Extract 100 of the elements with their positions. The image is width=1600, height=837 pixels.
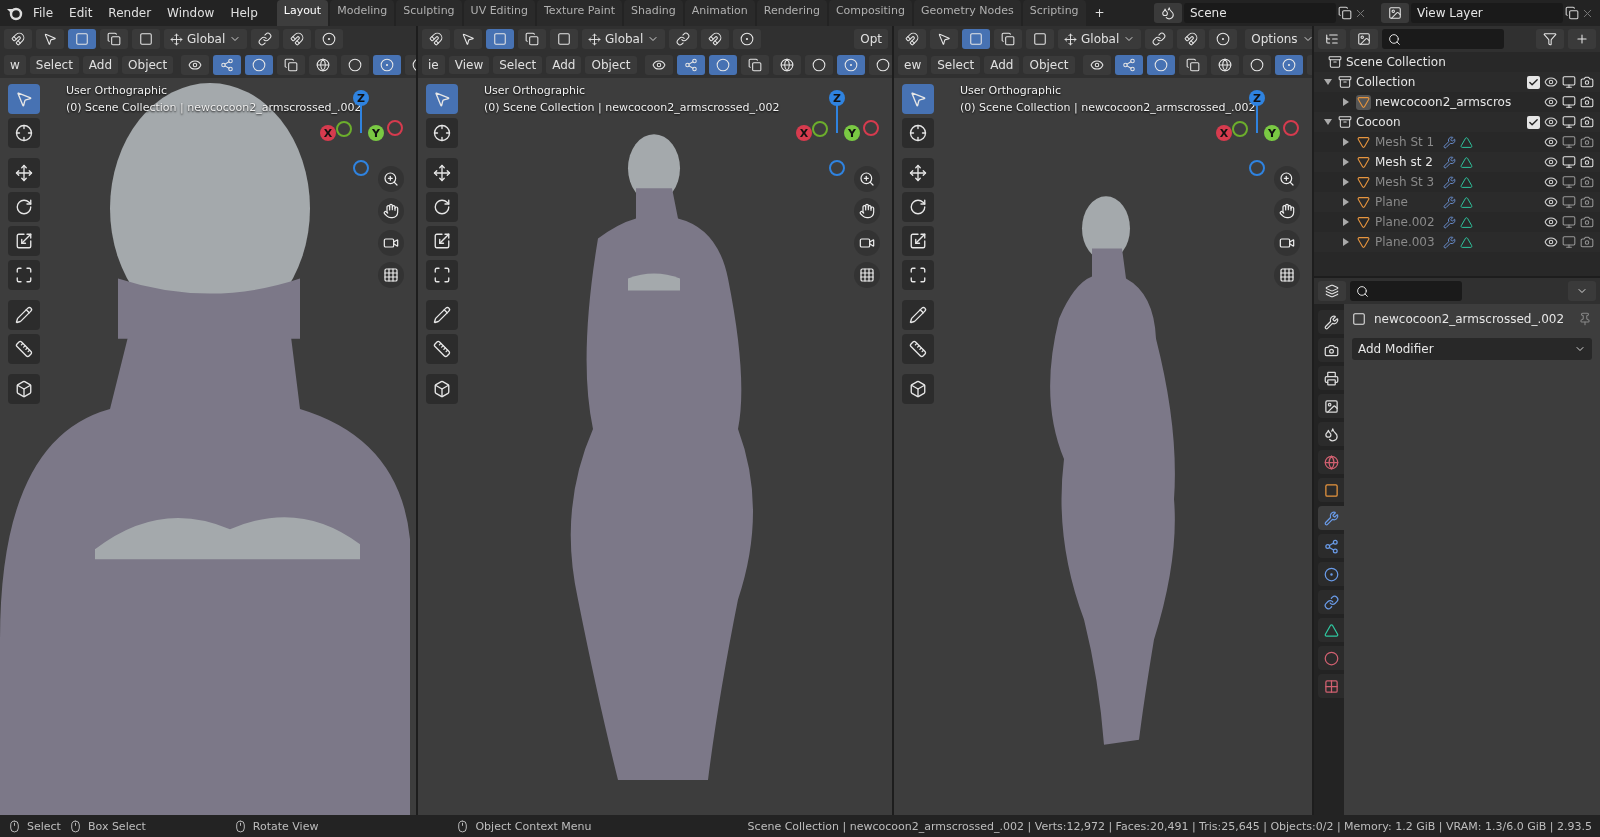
wireframe-button[interactable] <box>309 55 338 75</box>
collapsed-arrow-icon[interactable] <box>1342 218 1350 226</box>
pivot-button[interactable] <box>251 29 280 49</box>
workspace-tab[interactable]: Layout <box>276 0 329 26</box>
material-preview-button[interactable] <box>836 55 865 75</box>
tool-button[interactable] <box>426 300 458 330</box>
new-selection-button[interactable] <box>486 29 514 49</box>
proportional-button[interactable] <box>1209 29 1238 49</box>
search-field[interactable] <box>1350 281 1462 301</box>
tool-button[interactable] <box>8 334 40 364</box>
axis-handle[interactable]: Y <box>1264 125 1280 141</box>
collapsed-arrow-icon[interactable] <box>1342 98 1350 106</box>
search-field[interactable] <box>1382 29 1504 49</box>
xray-button[interactable] <box>1178 55 1207 75</box>
negative-axis-handle[interactable] <box>829 160 845 176</box>
negative-axis-handle[interactable] <box>353 160 369 176</box>
tool-button[interactable] <box>8 226 40 256</box>
menu-item[interactable]: View <box>448 56 490 74</box>
add-workspace-button[interactable]: + <box>1087 3 1112 23</box>
visibility-button[interactable] <box>181 55 210 75</box>
axis-handle[interactable]: Y <box>844 125 860 141</box>
solid-button[interactable] <box>341 55 370 75</box>
tool-button[interactable] <box>8 300 40 330</box>
snap-button[interactable] <box>283 29 312 49</box>
tool-button[interactable] <box>426 192 458 222</box>
select-mode-button[interactable] <box>36 29 64 49</box>
subtract-selection-button[interactable] <box>550 29 578 49</box>
properties-tab[interactable] <box>1318 618 1344 642</box>
menu-item[interactable]: Select <box>931 56 981 74</box>
pivot-button[interactable] <box>669 29 698 49</box>
negative-axis-handle[interactable] <box>812 121 828 137</box>
properties-tab[interactable] <box>1318 534 1344 558</box>
workspace-tab[interactable]: Sculpting <box>396 0 462 26</box>
workspace-tab[interactable]: Texture Paint <box>537 0 622 26</box>
visibility-button[interactable] <box>644 55 673 75</box>
menu-item[interactable]: Object <box>585 56 637 74</box>
overlay-button[interactable] <box>708 55 737 75</box>
tool-button[interactable] <box>902 260 934 290</box>
gizmo-button[interactable] <box>676 55 705 75</box>
properties-tab[interactable] <box>1318 338 1344 362</box>
tool-button[interactable] <box>902 192 934 222</box>
axis-handle[interactable]: Y <box>368 125 384 141</box>
axis-handle[interactable]: X <box>320 125 336 141</box>
wireframe-button[interactable] <box>1210 55 1239 75</box>
tool-button[interactable] <box>426 118 458 148</box>
select-mode-button[interactable] <box>454 29 482 49</box>
options-dropdown[interactable]: Options <box>1245 29 1312 49</box>
menu-item[interactable]: Add <box>546 56 582 74</box>
workspace-tab[interactable]: Rendering <box>756 0 827 26</box>
expanded-arrow-icon[interactable] <box>1324 118 1332 126</box>
menu-item[interactable]: Help <box>223 3 265 23</box>
menu-item[interactable]: File <box>26 3 61 23</box>
xray-button[interactable] <box>277 55 306 75</box>
view-layer-field[interactable]: View Layer <box>1411 3 1563 23</box>
overlay-button[interactable] <box>245 55 274 75</box>
new-collection-button[interactable] <box>1568 29 1596 49</box>
menu-item[interactable]: Render <box>101 3 159 23</box>
xray-button[interactable] <box>740 55 769 75</box>
workspace-tab[interactable]: Geometry Nodes <box>913 0 1021 26</box>
tool-button[interactable] <box>8 192 40 222</box>
camera-button[interactable] <box>854 230 880 256</box>
select-mode-button[interactable] <box>930 29 958 49</box>
checkbox[interactable] <box>1527 115 1540 129</box>
orientation-dropdown[interactable]: Global <box>582 29 666 49</box>
subtract-selection-button[interactable] <box>132 29 160 49</box>
pivot-button[interactable] <box>1145 29 1174 49</box>
overlay-button[interactable] <box>1146 55 1175 75</box>
tool-button[interactable] <box>8 118 40 148</box>
pan-button[interactable] <box>1274 198 1300 224</box>
proportional-button[interactable] <box>733 29 762 49</box>
zoom-button[interactable] <box>1274 166 1300 192</box>
menu-item[interactable]: Add <box>984 56 1020 74</box>
extend-selection-button[interactable] <box>518 29 546 49</box>
collapsed-arrow-icon[interactable] <box>1342 138 1350 146</box>
options-dropdown[interactable]: Opt <box>854 29 888 49</box>
zoom-button[interactable] <box>854 166 880 192</box>
menu-item[interactable]: Window <box>160 3 222 23</box>
negative-axis-handle[interactable] <box>1232 121 1248 137</box>
tool-button[interactable] <box>426 374 458 404</box>
material-preview-button[interactable] <box>1274 55 1303 75</box>
axis-handle[interactable]: X <box>1216 125 1232 141</box>
mode-dropdown[interactable]: ew <box>898 55 928 75</box>
expanded-arrow-icon[interactable] <box>1324 78 1332 86</box>
orientation-dropdown[interactable]: Global <box>164 29 248 49</box>
editor-type-button[interactable] <box>4 29 32 49</box>
tool-button[interactable] <box>902 334 934 364</box>
options-button[interactable] <box>1568 281 1596 301</box>
new-selection-button[interactable] <box>68 29 96 49</box>
checkbox[interactable] <box>1527 75 1540 89</box>
material-preview-button[interactable] <box>373 55 402 75</box>
properties-tab[interactable] <box>1318 562 1344 586</box>
collapsed-arrow-icon[interactable] <box>1342 198 1350 206</box>
axis-handle[interactable]: Z <box>829 90 845 106</box>
axis-handle[interactable]: X <box>796 125 812 141</box>
workspace-tab[interactable]: Scripting <box>1022 0 1086 26</box>
tool-button[interactable] <box>426 226 458 256</box>
display-mode-button[interactable] <box>1318 29 1346 49</box>
tool-button[interactable] <box>8 374 40 404</box>
proportional-button[interactable] <box>315 29 344 49</box>
filter-button[interactable] <box>1536 29 1564 49</box>
